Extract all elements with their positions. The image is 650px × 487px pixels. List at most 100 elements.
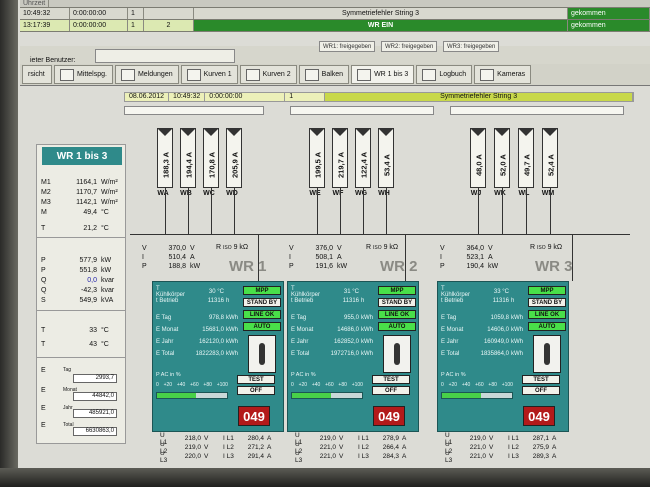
tab-medium-voltage[interactable]: Mittelspg.	[54, 65, 113, 84]
tab-messages[interactable]: Meldungen	[114, 65, 179, 84]
bar-chart-icon	[304, 68, 319, 81]
alarm-count2: 2	[144, 20, 194, 31]
lineok-button[interactable]: LINE OK	[378, 310, 416, 319]
string-label: WJ	[470, 190, 482, 197]
user-field[interactable]	[95, 49, 235, 63]
inv-value: 978,8	[208, 315, 224, 321]
inv-label: E Total	[156, 351, 175, 357]
alarm-count: 1	[128, 20, 144, 31]
inv-unit: h	[511, 298, 515, 304]
monitor-bezel	[0, 0, 18, 487]
string-current: 122,4 A	[359, 152, 369, 178]
status-bar[interactable]: 08.06.2012 10:49:32 0:00:00:00 1 Symmetr…	[124, 92, 634, 102]
inv-label: E Total	[441, 351, 460, 357]
alarm-duration: 0:00:00:00	[70, 8, 128, 19]
wire	[502, 188, 503, 234]
inv-label: E Total	[291, 351, 310, 357]
inv-label: E Tag	[441, 315, 457, 321]
inv-label: t Betrieb	[156, 298, 179, 304]
main-switch[interactable]	[248, 335, 276, 373]
dc-voltage: 364,0	[466, 245, 484, 252]
test-button[interactable]: TEST	[237, 375, 275, 384]
alarm-row[interactable]: 13:17:39 0:00:00:00 1 2 WR EIN gekommen	[20, 20, 650, 32]
string-current: 188,3 A	[161, 152, 171, 178]
inverter-title: WR 1	[229, 258, 267, 275]
string-module: 199,5 A	[309, 128, 325, 188]
tab-label: Kurven 1	[203, 71, 232, 78]
inv-value: 30 °C	[208, 289, 224, 295]
standby-button[interactable]: STAND BY	[528, 298, 566, 307]
main-switch[interactable]	[533, 335, 561, 373]
dc-power: 191,6	[315, 263, 333, 270]
tab-cameras[interactable]: Kameras	[474, 65, 532, 84]
pac-bar-fill	[292, 393, 331, 398]
standby-button[interactable]: STAND BY	[378, 298, 416, 307]
standby-button[interactable]: STAND BY	[243, 298, 281, 307]
pen-icon	[422, 68, 437, 81]
inv-label: E Tag	[291, 315, 307, 321]
group-header-1	[124, 106, 264, 115]
main-switch[interactable]	[383, 335, 411, 373]
label: M3	[41, 199, 51, 206]
off-button[interactable]: OFF	[237, 386, 275, 395]
inv-row-e_jahr: E Jahr 162120,0 kWh	[156, 339, 238, 345]
inv-row-e_total: E Total 1835864,0 kWh	[441, 351, 523, 357]
string-module: 188,3 A	[157, 128, 173, 188]
grid-u3: 220,0	[184, 453, 201, 460]
tab-overview[interactable]: rsicht	[22, 65, 52, 84]
energy-year-label: E Jahr	[41, 405, 73, 412]
inv-value: 1835864,0	[480, 351, 509, 357]
riso-wr1: R ISO 9 kΩ	[216, 244, 249, 251]
lineok-button[interactable]: LINE OK	[243, 310, 281, 319]
off-button[interactable]: OFF	[372, 386, 410, 395]
lineok-button[interactable]: LINE OK	[528, 310, 566, 319]
bus	[130, 234, 300, 235]
release-wr2[interactable]: WR2: freigegeben	[381, 41, 438, 52]
mpp-button[interactable]: MPP	[243, 286, 281, 295]
inv-row-temp: T Kühlkörper 33 °C	[441, 286, 509, 298]
auto-button[interactable]: AUTO	[378, 322, 416, 331]
tab-wr-1-3[interactable]: WR 1 bis 3	[351, 65, 415, 84]
group-header-3	[450, 106, 624, 115]
inv-label: E Monat	[441, 327, 464, 333]
energy-day-value: 2993,7	[73, 374, 117, 383]
release-wr3[interactable]: WR3: freigegeben	[443, 41, 500, 52]
inv-label: E Monat	[291, 327, 314, 333]
auto-button[interactable]: AUTO	[528, 322, 566, 331]
scada-screen: Uhrzeit 10:49:32 0:00:00:00 1 Symmetrief…	[0, 0, 650, 487]
tab-curves-2[interactable]: Kurven 2	[239, 65, 297, 84]
inv-unit: kWh	[361, 339, 373, 345]
string-label: WD	[226, 190, 238, 197]
alarm-duration: 0:00:00:00	[70, 20, 128, 31]
unit: W/m²	[101, 179, 118, 186]
release-wr1[interactable]: WR1: freigegeben	[319, 41, 376, 52]
string-current: 49,7 A	[522, 154, 532, 176]
tab-logbook[interactable]: Logbuch	[416, 65, 473, 84]
alarm-row[interactable]: 10:49:32 0:00:00:00 1 Symmetriefehler St…	[20, 8, 650, 20]
auto-button[interactable]: AUTO	[243, 322, 281, 331]
inv-row-e_total: E Total 1972716,0 kWh	[291, 351, 373, 357]
tab-label: Mittelspg.	[77, 71, 107, 78]
tab-curves-1[interactable]: Kurven 1	[180, 65, 238, 84]
string-label: WB	[180, 190, 192, 197]
value: 1164,1	[76, 179, 97, 186]
scale-tick: +100	[216, 382, 228, 388]
off-button[interactable]: OFF	[522, 386, 560, 395]
scale-tick: +80	[488, 382, 497, 388]
pointer-icon	[357, 68, 372, 81]
mpp-button[interactable]: MPP	[378, 286, 416, 295]
grid-values-wr3: U L1 219,0 V I L1 287,1 A U L2 221,0 V I L2 275,9 A…	[445, 431, 557, 464]
test-button[interactable]: TEST	[522, 375, 560, 384]
divider	[37, 310, 125, 311]
test-button[interactable]: TEST	[372, 375, 410, 384]
inv-unit: kWh	[226, 339, 238, 345]
pac-bar	[291, 392, 363, 399]
wire	[363, 188, 364, 234]
mpp-button[interactable]: MPP	[528, 286, 566, 295]
tab-bars[interactable]: Balken	[298, 65, 350, 84]
value: 549,9	[79, 297, 97, 304]
value: 43	[89, 341, 97, 348]
inner-temp-1: T 33 °C	[41, 327, 109, 334]
label: P	[41, 257, 46, 264]
string-label: WH	[378, 190, 390, 197]
